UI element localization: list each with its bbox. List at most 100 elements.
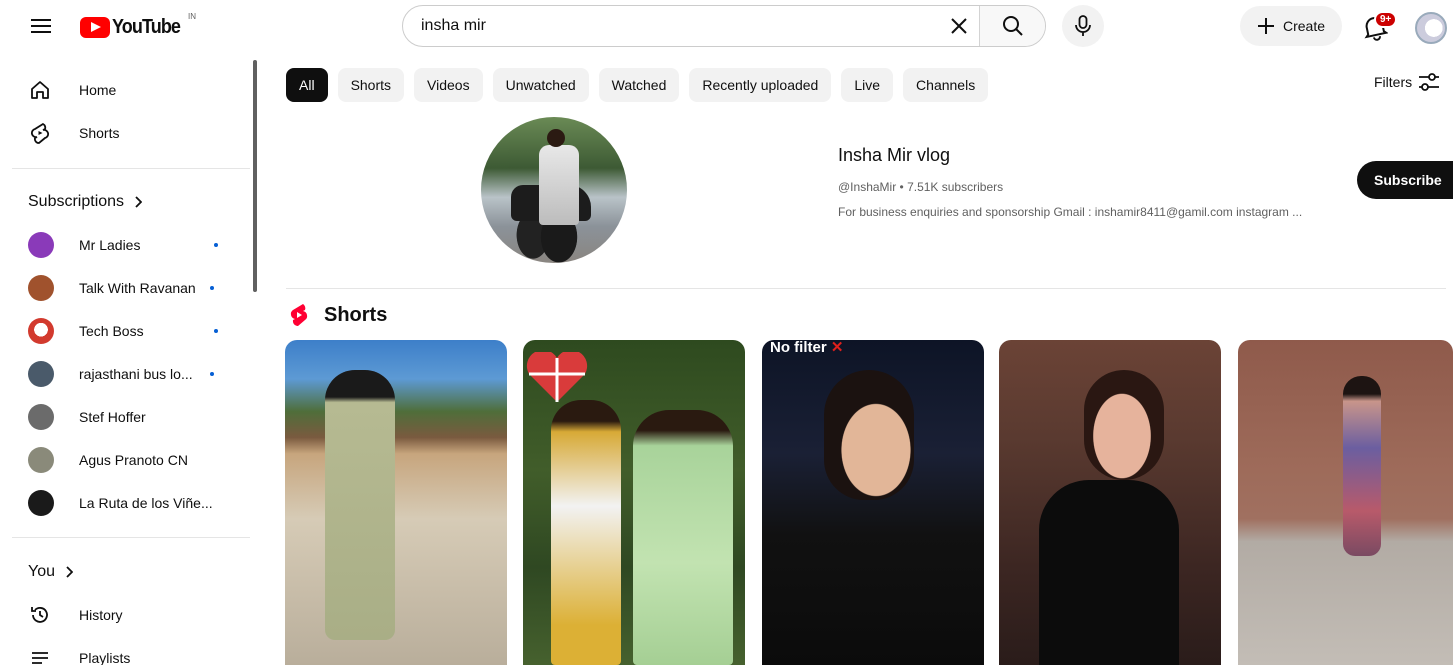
- short-thumbnail[interactable]: [1238, 340, 1453, 665]
- thumbnail-person-graphic: [551, 400, 621, 665]
- new-content-dot: [214, 329, 218, 333]
- filters-label: Filters: [1374, 74, 1413, 90]
- short-thumbnail[interactable]: [523, 340, 745, 665]
- channel-avatar: [28, 275, 54, 301]
- channel-description: For business enquiries and sponsorship G…: [838, 205, 1303, 219]
- sidebar-item-subscription[interactable]: Talk With Ravanan: [12, 268, 238, 308]
- shorts-section-title: Shorts: [324, 303, 388, 326]
- chip-all[interactable]: All: [286, 68, 328, 102]
- filter-chips: All Shorts Videos Unwatched Watched Rece…: [286, 68, 989, 102]
- you-title: You: [28, 563, 55, 580]
- channel-avatar: [28, 490, 54, 516]
- sidebar-item-home[interactable]: Home: [12, 70, 238, 110]
- plus-icon: [1257, 18, 1274, 34]
- chip-unwatched[interactable]: Unwatched: [492, 68, 589, 102]
- notifications-button[interactable]: 9+: [1358, 8, 1398, 44]
- chip-watched[interactable]: Watched: [598, 68, 680, 102]
- person-graphic: [539, 145, 579, 225]
- voice-search-button[interactable]: [1062, 5, 1104, 47]
- youtube-logo[interactable]: YouTube IN: [80, 12, 196, 39]
- sidebar-item-subscription[interactable]: Stef Hoffer: [12, 397, 238, 437]
- filters-button[interactable]: Filters: [1374, 72, 1440, 92]
- channel-name[interactable]: Insha Mir vlog: [838, 145, 950, 166]
- create-label: Create: [1282, 18, 1326, 34]
- home-icon: [28, 78, 52, 102]
- sidebar-item-label: Home: [79, 82, 117, 98]
- logo-country-code: IN: [188, 12, 196, 21]
- sidebar-item-label: Shorts: [79, 125, 120, 141]
- sidebar-item-subscription[interactable]: Mr Ladies: [12, 225, 238, 265]
- sidebar-item-label: History: [79, 607, 123, 623]
- thumbnail-person-graphic: [1343, 376, 1381, 556]
- section-divider: [286, 288, 1446, 289]
- thumbnail-person-graphic: [824, 370, 914, 500]
- short-thumbnail[interactable]: [285, 340, 507, 665]
- channel-avatar: [28, 447, 54, 473]
- sidebar-item-history[interactable]: History: [12, 595, 238, 635]
- sidebar-item-label: La Ruta de los Viñe...: [79, 495, 213, 511]
- new-content-dot: [214, 243, 218, 247]
- subscribe-button[interactable]: Subscribe: [1357, 161, 1453, 199]
- sidebar-item-label: Stef Hoffer: [79, 409, 146, 425]
- chip-videos[interactable]: Videos: [414, 68, 483, 102]
- sidebar-scrollbar[interactable]: [253, 60, 257, 292]
- sidebar-item-label: Talk With Ravanan: [79, 280, 196, 296]
- thumbnail-person-graphic: [325, 370, 395, 640]
- sidebar-item-label: Tech Boss: [79, 323, 144, 339]
- microphone-icon: [1075, 15, 1091, 36]
- subscriptions-header[interactable]: Subscriptions: [28, 193, 143, 211]
- chip-shorts[interactable]: Shorts: [337, 68, 405, 102]
- search-button[interactable]: [979, 6, 1045, 46]
- channel-avatar: [28, 361, 54, 387]
- chip-recently-uploaded[interactable]: Recently uploaded: [689, 68, 832, 102]
- sidebar-divider: [12, 537, 250, 538]
- sidebar-item-playlists[interactable]: Playlists: [12, 638, 238, 665]
- filter-sliders-icon: [1419, 73, 1440, 91]
- short-thumbnail[interactable]: [999, 340, 1221, 665]
- channel-meta: @InshaMir • 7.51K subscribers: [838, 180, 1004, 194]
- shorts-logo-icon: [290, 304, 308, 327]
- thumbnail-overlay-text: No filter ✕: [770, 340, 844, 356]
- thumbnail-person-graphic: [1084, 370, 1164, 480]
- sidebar-item-label: rajasthani bus lo...: [79, 366, 193, 382]
- chevron-right-icon: [66, 566, 73, 578]
- clear-search-button[interactable]: [939, 6, 979, 46]
- new-content-dot: [210, 372, 214, 376]
- chevron-right-icon: [135, 196, 143, 208]
- new-content-dot: [210, 286, 214, 290]
- shorts-section-header: Shorts: [288, 302, 387, 328]
- search-bar: [402, 5, 1046, 47]
- sidebar-item-shorts[interactable]: Shorts: [12, 113, 238, 153]
- sidebar-divider: [12, 168, 250, 169]
- channel-profile-image[interactable]: [481, 117, 627, 263]
- sidebar-item-label: Playlists: [79, 650, 131, 665]
- search-icon: [1002, 16, 1023, 36]
- channel-avatar: [28, 232, 54, 258]
- sidebar-item-label: Agus Pranoto CN: [79, 452, 188, 468]
- subscriptions-title: Subscriptions: [28, 193, 125, 210]
- sidebar-item-subscription[interactable]: rajasthani bus lo...: [12, 354, 238, 394]
- sidebar-item-subscription[interactable]: Agus Pranoto CN: [12, 440, 238, 480]
- short-thumbnail[interactable]: No filter ✕: [762, 340, 984, 665]
- menu-icon[interactable]: [28, 15, 54, 41]
- sidebar-item-subscription[interactable]: La Ruta de los Viñe...: [12, 483, 238, 523]
- youtube-play-icon: [80, 16, 110, 38]
- sidebar: Home Shorts Subscriptions Mr Ladies Talk…: [0, 56, 252, 665]
- thumbnail-dress-graphic: [1039, 480, 1179, 665]
- account-avatar[interactable]: [1415, 12, 1447, 44]
- you-header[interactable]: You: [28, 563, 73, 581]
- chip-live[interactable]: Live: [841, 68, 894, 102]
- shorts-icon: [28, 121, 52, 145]
- notification-badge: 9+: [1374, 11, 1398, 28]
- sidebar-item-subscription[interactable]: Tech Boss: [12, 311, 238, 351]
- search-input[interactable]: [403, 6, 939, 46]
- create-button[interactable]: Create: [1240, 6, 1342, 46]
- heart-graphic: [526, 352, 588, 402]
- chip-channels[interactable]: Channels: [903, 68, 989, 102]
- channel-avatar: [28, 404, 54, 430]
- thumbnail-person-graphic: [633, 410, 733, 665]
- top-bar: YouTube IN Create 9+: [0, 0, 1453, 56]
- logo-text: YouTube: [112, 15, 181, 38]
- sidebar-item-label: Mr Ladies: [79, 237, 141, 253]
- channel-avatar: [28, 318, 54, 344]
